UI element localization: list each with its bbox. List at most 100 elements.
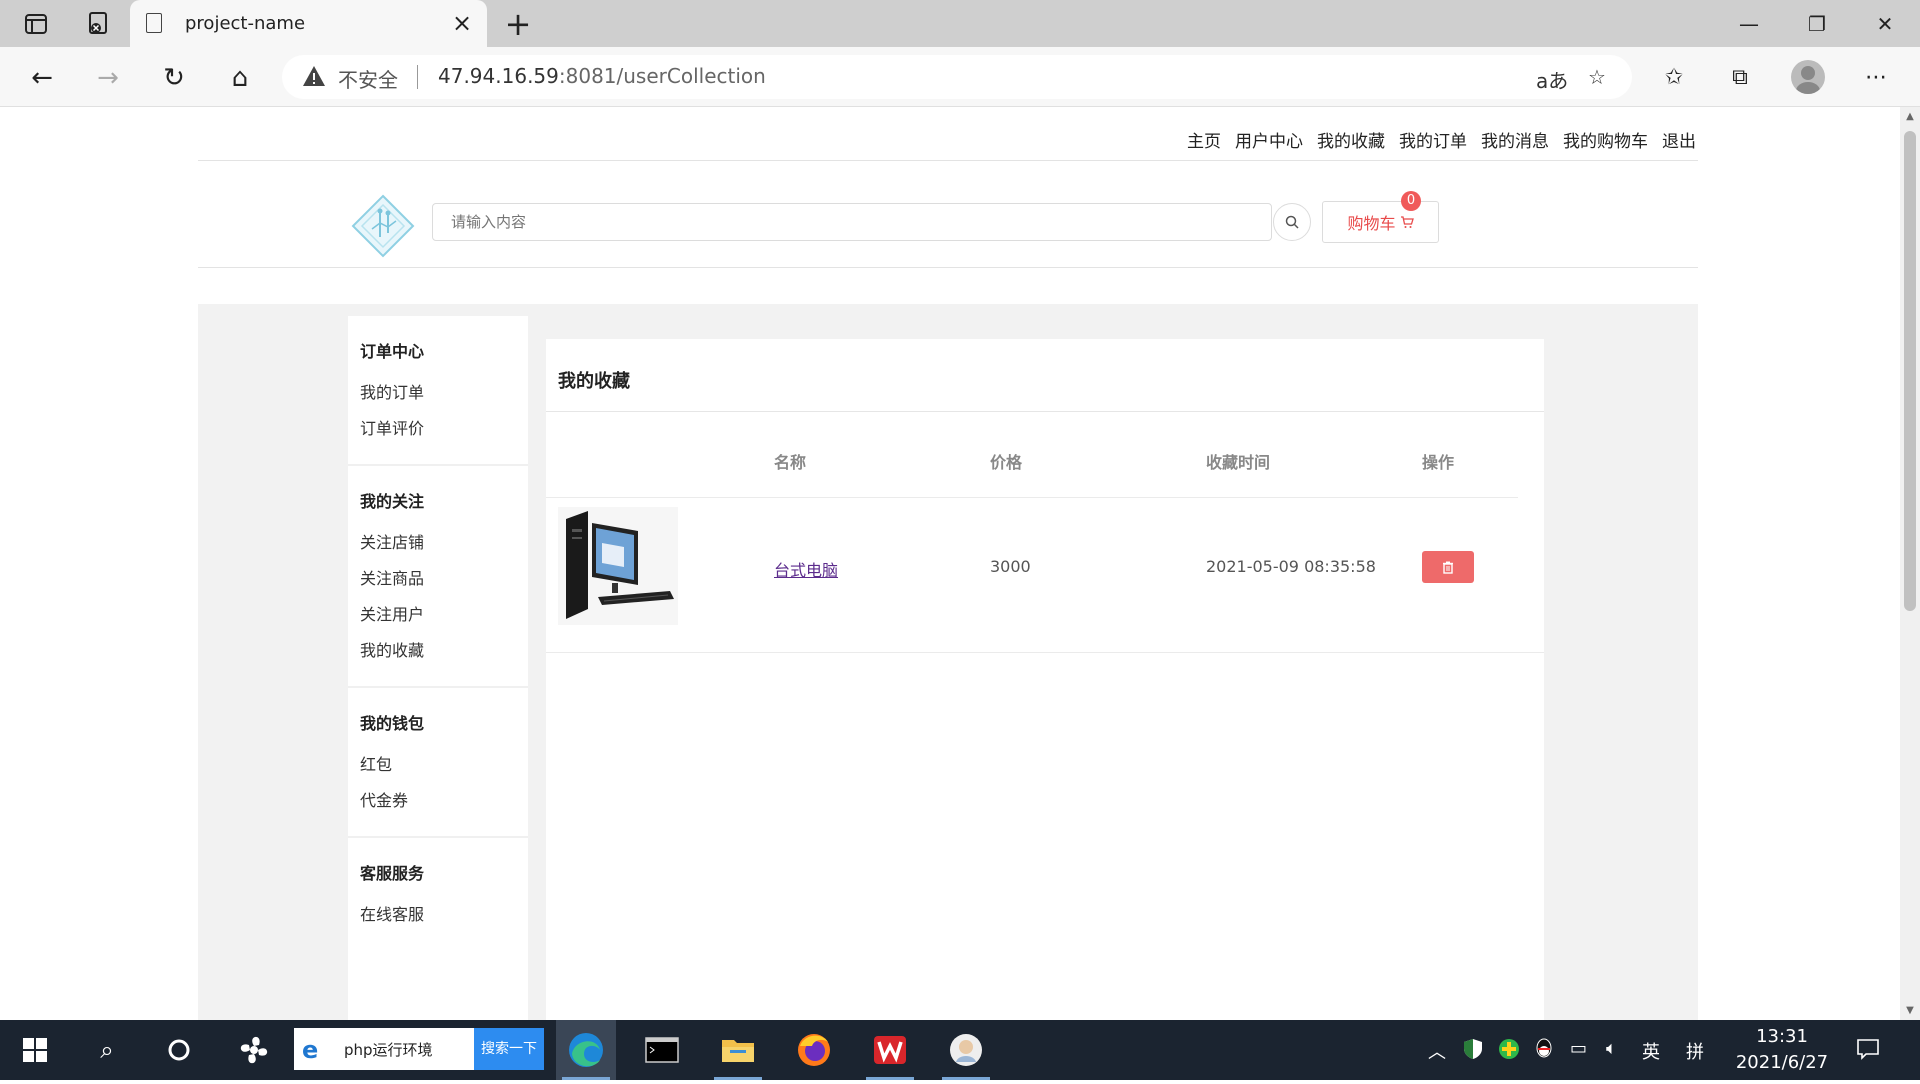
favorites-icon[interactable]: ✩ bbox=[1656, 60, 1692, 96]
fan-app-icon[interactable] bbox=[228, 1020, 280, 1080]
collections-icon[interactable]: ⧉ bbox=[1722, 60, 1758, 96]
minimize-icon[interactable]: — bbox=[1722, 6, 1776, 42]
nav-favorites[interactable]: 我的收藏 bbox=[1317, 127, 1385, 152]
home-icon[interactable]: ⌂ bbox=[222, 60, 258, 96]
security-shield-icon[interactable] bbox=[1462, 1038, 1484, 1065]
column-header-time: 收藏时间 bbox=[1206, 453, 1271, 472]
window-close-icon[interactable]: ✕ bbox=[1858, 6, 1912, 42]
header-divider bbox=[198, 160, 1698, 161]
insecure-label[interactable]: 不安全 bbox=[338, 64, 398, 93]
scroll-up-icon[interactable]: ▲ bbox=[1904, 111, 1916, 122]
search-button[interactable] bbox=[1273, 203, 1311, 241]
volume-icon[interactable]: 🔈︎ bbox=[1606, 1038, 1617, 1059]
nav-user-center[interactable]: 用户中心 bbox=[1235, 127, 1303, 152]
header-bottom-divider bbox=[198, 267, 1698, 268]
ime-mode-icon[interactable]: 拼 bbox=[1686, 1038, 1704, 1064]
ime-language[interactable]: 英 bbox=[1642, 1038, 1660, 1064]
profile-avatar[interactable] bbox=[1791, 60, 1825, 94]
cart-icon bbox=[1400, 216, 1414, 228]
ie-icon: e bbox=[302, 1036, 319, 1064]
sidebar-item-followed-shops[interactable]: 关注店铺 bbox=[360, 532, 516, 568]
clock-time: 13:31 bbox=[1756, 1026, 1808, 1047]
address-bar[interactable]: 不安全 47.94.16.59:8081/userCollection aあ ☆ bbox=[282, 55, 1632, 99]
add-favorite-icon[interactable]: ☆ bbox=[1588, 65, 1606, 89]
more-icon[interactable]: ⋯ bbox=[1858, 60, 1894, 96]
terminal-app-icon[interactable] bbox=[632, 1020, 692, 1080]
sidebar-group-service: 客服服务 在线客服 bbox=[348, 838, 528, 950]
nav-messages[interactable]: 我的消息 bbox=[1481, 127, 1549, 152]
product-price: 3000 bbox=[990, 557, 1031, 576]
warning-icon[interactable] bbox=[302, 65, 326, 87]
search-input[interactable] bbox=[432, 203, 1272, 241]
sidebar-group-follows: 我的关注 关注店铺 关注商品 关注用户 我的收藏 bbox=[348, 466, 528, 688]
column-header-action: 操作 bbox=[1422, 453, 1455, 472]
forward-icon[interactable]: → bbox=[90, 60, 126, 96]
taskbar-search-button[interactable]: 搜索一下 bbox=[474, 1028, 544, 1070]
column-header-price: 价格 bbox=[990, 453, 1023, 472]
tray-expand-icon[interactable]: ︿ bbox=[1428, 1038, 1446, 1064]
sidebar-item-followed-users[interactable]: 关注用户 bbox=[360, 604, 516, 640]
trash-icon bbox=[1443, 561, 1453, 574]
avatar-app-icon[interactable] bbox=[936, 1020, 996, 1080]
site-logo[interactable] bbox=[350, 193, 416, 259]
product-name-link[interactable]: 台式电脑 bbox=[774, 561, 838, 580]
sidebar-item-followed-products[interactable]: 关注商品 bbox=[360, 568, 516, 604]
url-path: :8081/userCollection bbox=[558, 64, 766, 88]
taskbar-search-box[interactable]: e php运行环境 bbox=[294, 1028, 474, 1070]
windows-start-icon[interactable] bbox=[10, 1020, 60, 1080]
cart-count-badge: 0 bbox=[1401, 191, 1421, 211]
page-scrollbar[interactable]: ▲ ▼ bbox=[1900, 107, 1920, 1020]
product-image[interactable] bbox=[558, 507, 678, 625]
url-separator bbox=[417, 65, 418, 89]
tab-project-name[interactable]: project-name × bbox=[130, 0, 487, 47]
qq-icon[interactable] bbox=[1534, 1038, 1554, 1065]
row-divider bbox=[546, 652, 1544, 653]
delete-button[interactable] bbox=[1422, 551, 1474, 583]
scrollbar-thumb[interactable] bbox=[1904, 131, 1916, 611]
restore-icon[interactable]: ❐ bbox=[1790, 6, 1844, 42]
nav-cart[interactable]: 我的购物车 bbox=[1563, 127, 1648, 152]
closed-tabs-icon[interactable] bbox=[82, 8, 114, 40]
back-icon[interactable]: ← bbox=[24, 60, 60, 96]
sidebar-item-vouchers[interactable]: 代金券 bbox=[360, 790, 516, 826]
refresh-icon[interactable]: ↻ bbox=[156, 60, 192, 96]
nav-logout[interactable]: 退出 bbox=[1662, 127, 1696, 152]
taskbar-search-text: php运行环境 bbox=[344, 1041, 433, 1059]
scroll-down-icon[interactable]: ▼ bbox=[1904, 1005, 1916, 1016]
sidebar-item-my-orders[interactable]: 我的订单 bbox=[360, 382, 516, 418]
nav-orders[interactable]: 我的订单 bbox=[1399, 127, 1467, 152]
firefox-app-icon[interactable] bbox=[784, 1020, 844, 1080]
sidebar-item-order-reviews[interactable]: 订单评价 bbox=[360, 418, 516, 454]
cart-button[interactable]: 购物车 bbox=[1322, 201, 1439, 243]
product-name-cell[interactable]: 台式电脑 bbox=[774, 557, 838, 581]
column-header-name: 名称 bbox=[774, 453, 807, 472]
battery-icon[interactable]: ▭ bbox=[1570, 1038, 1587, 1059]
browser-tab-bar: project-name × + — ❐ ✕ bbox=[0, 0, 1920, 47]
sidebar-item-online-service[interactable]: 在线客服 bbox=[360, 904, 516, 940]
new-tab-button[interactable]: + bbox=[500, 6, 536, 42]
green-plus-icon[interactable] bbox=[1498, 1038, 1520, 1065]
sidebar-item-my-favorites[interactable]: 我的收藏 bbox=[360, 640, 516, 676]
system-clock[interactable]: 13:31 2021/6/27 bbox=[1722, 1024, 1842, 1076]
cortana-icon[interactable] bbox=[154, 1020, 204, 1080]
url-text[interactable]: 47.94.16.59:8081/userCollection bbox=[438, 64, 766, 88]
nav-home[interactable]: 主页 bbox=[1187, 127, 1221, 152]
file-explorer-icon[interactable] bbox=[708, 1020, 768, 1080]
read-aloud-icon[interactable]: aあ bbox=[1536, 65, 1568, 94]
favorites-panel: 我的收藏 名称 价格 收藏时间 操作 台式电脑 3000 2021-05-09 … bbox=[546, 339, 1544, 1020]
address-toolbar: ← → ↻ ⌂ 不安全 47.94.16.59:8081/userCollect… bbox=[0, 47, 1920, 107]
page-title: 我的收藏 bbox=[558, 371, 630, 392]
title-divider bbox=[546, 411, 1544, 412]
page-icon bbox=[146, 13, 162, 33]
search-icon bbox=[1285, 215, 1299, 229]
edge-app-icon[interactable] bbox=[556, 1020, 616, 1080]
close-icon[interactable]: × bbox=[449, 10, 475, 36]
user-sidebar: 订单中心 我的订单 订单评价 我的关注 关注店铺 关注商品 关注用户 我的收藏 … bbox=[348, 316, 528, 1020]
wps-app-icon[interactable] bbox=[860, 1020, 920, 1080]
tab-actions-icon[interactable] bbox=[20, 8, 52, 40]
taskbar-search-icon[interactable]: ⌕ bbox=[82, 1020, 132, 1080]
notification-icon[interactable] bbox=[1856, 1038, 1880, 1065]
sidebar-item-red-packets[interactable]: 红包 bbox=[360, 754, 516, 790]
sidebar-group-title: 我的钱包 bbox=[360, 714, 425, 733]
sidebar-group-title: 我的关注 bbox=[360, 492, 425, 511]
